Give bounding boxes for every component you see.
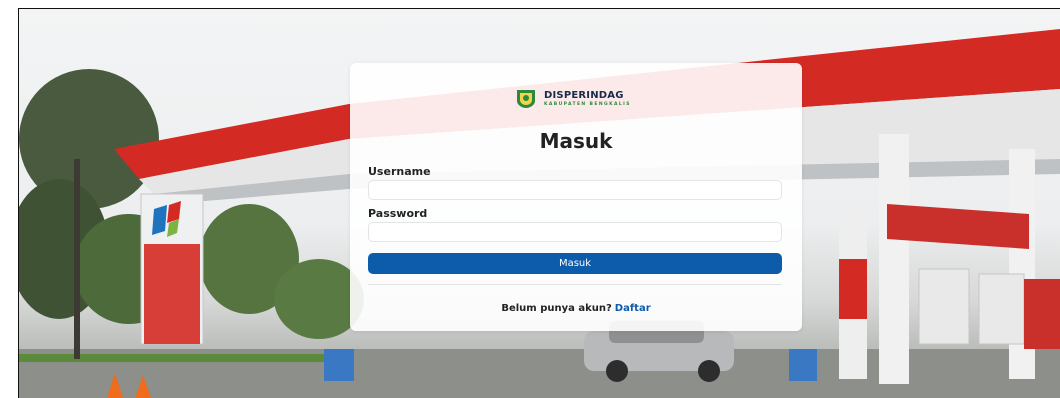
page-title: Masuk — [539, 129, 613, 153]
register-prompt: Belum punya akun? Daftar — [350, 303, 802, 314]
login-card: DISPERINDAG KABUPATEN BENGKALIS Masuk Us… — [350, 63, 802, 331]
password-input[interactable] — [368, 222, 782, 242]
disperindag-logo-icon — [517, 90, 535, 108]
brand-name: DISPERINDAG — [544, 89, 624, 101]
register-link[interactable]: Daftar — [615, 303, 651, 314]
brand: DISPERINDAG KABUPATEN BENGKALIS — [515, 88, 631, 110]
username-input[interactable] — [368, 180, 782, 200]
login-button[interactable]: Masuk — [368, 253, 782, 274]
register-text: Belum punya akun? — [501, 303, 612, 314]
username-label: Username — [368, 165, 431, 178]
password-label: Password — [368, 207, 428, 220]
pertamina-sign — [140, 193, 204, 345]
brand-subtitle: KABUPATEN BENGKALIS — [544, 101, 631, 107]
divider — [368, 284, 782, 285]
